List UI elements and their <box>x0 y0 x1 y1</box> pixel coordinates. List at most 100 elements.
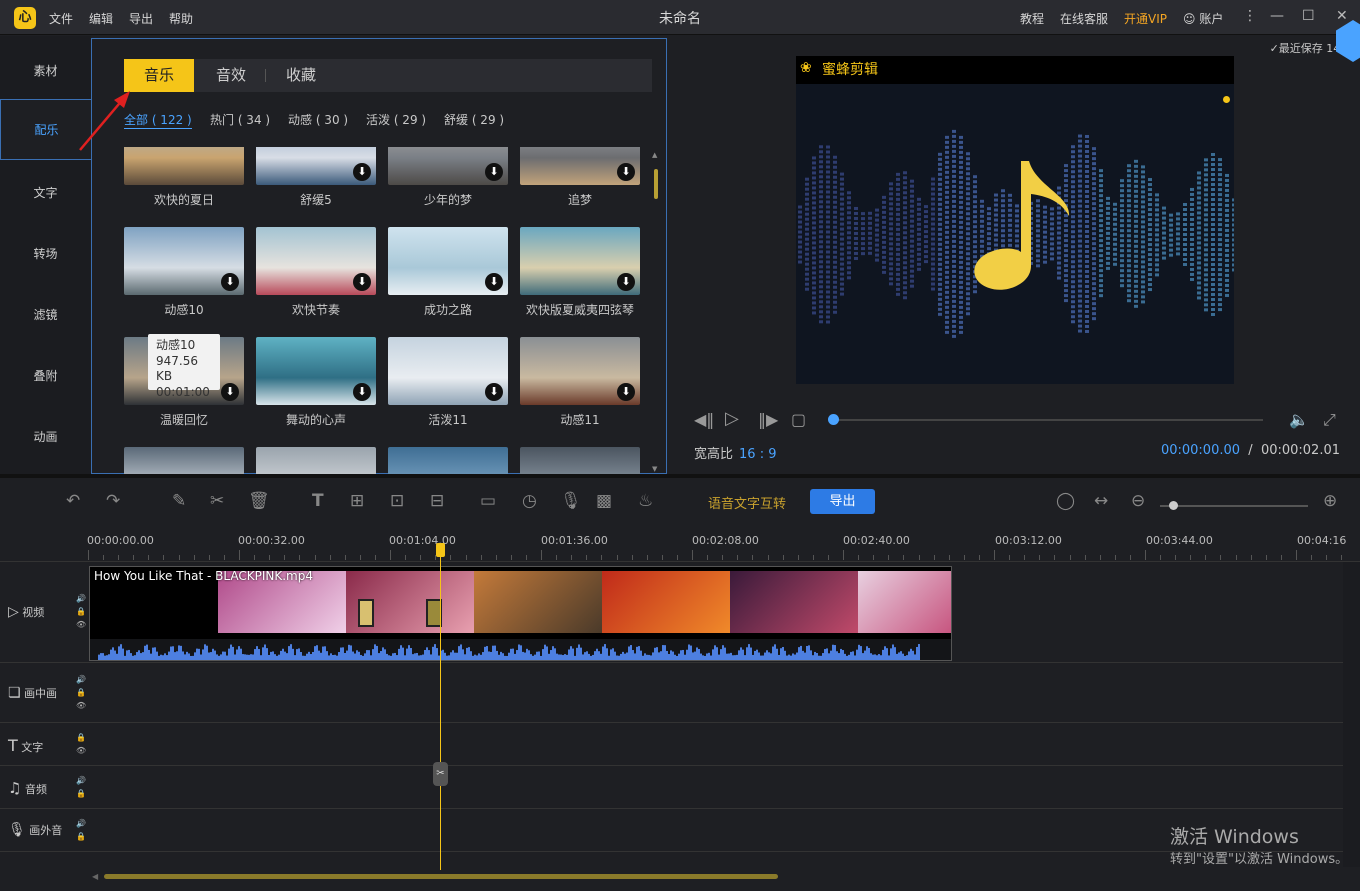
download-icon[interactable]: ⬇ <box>485 163 503 181</box>
music-thumbnail[interactable] <box>124 147 244 185</box>
category-hot[interactable]: 热门 ( 34 ) <box>210 111 270 128</box>
music-item[interactable]: ⬇ 少年的梦 <box>388 147 508 208</box>
playhead-handle[interactable] <box>436 543 445 557</box>
track-controls[interactable]: 🔊 🔒 👁 <box>76 673 86 712</box>
music-item[interactable]: ⬇ 舞动的心声 <box>256 337 376 428</box>
vip-link[interactable]: 开通VIP <box>1124 10 1167 27</box>
redo-icon[interactable]: ↷ <box>106 491 120 511</box>
music-thumbnail[interactable]: ⬇ <box>256 147 376 185</box>
tab-sound-effects[interactable]: 音效 <box>196 59 266 92</box>
music-item[interactable] <box>520 447 640 475</box>
account-button[interactable]: ☺ 账户 <box>1183 10 1223 27</box>
close-icon[interactable]: ✕ <box>1336 8 1348 24</box>
sidebar-item-text[interactable]: 文字 <box>0 163 91 224</box>
timeline-ruler[interactable]: 00:00:00.00 00:00:32.00 00:01:04.00 00:0… <box>0 526 1360 562</box>
sidebar-item-overlay[interactable]: 叠附 <box>0 346 91 407</box>
video-preview[interactable]: 蜜蜂剪辑 ❀ <box>796 56 1234 384</box>
menu-edit[interactable]: 编辑 <box>89 10 113 27</box>
category-soothing[interactable]: 舒缓 ( 29 ) <box>444 111 504 128</box>
music-thumbnail[interactable]: ⬇ <box>256 337 376 405</box>
split-screen-icon[interactable]: ⊟ <box>430 491 444 511</box>
seek-bar[interactable] <box>833 419 1263 421</box>
category-dynamic[interactable]: 动感 ( 30 ) <box>288 111 348 128</box>
menu-export[interactable]: 导出 <box>129 10 153 27</box>
download-icon[interactable]: ⬇ <box>353 273 371 291</box>
sidebar-item-transition[interactable]: 转场 <box>0 224 91 285</box>
maximize-icon[interactable]: ☐ <box>1302 8 1315 24</box>
record-screen-icon[interactable]: ▩ <box>596 491 612 511</box>
music-item[interactable]: ⬇ 舒缓5 <box>256 147 376 208</box>
more-icon[interactable]: ⋮ <box>1243 8 1257 24</box>
music-item[interactable] <box>388 447 508 475</box>
music-thumbnail[interactable]: ⬇ <box>520 227 640 295</box>
minimize-icon[interactable]: — <box>1270 8 1284 24</box>
aspect-ratio[interactable]: 宽高比 16 : 9 <box>694 443 776 462</box>
volume-icon[interactable]: 🔈 <box>1289 410 1309 429</box>
download-icon[interactable]: ⬇ <box>617 383 635 401</box>
download-icon[interactable]: ⬇ <box>353 163 371 181</box>
music-scroll-thumb[interactable] <box>654 169 658 199</box>
menu-help[interactable]: 帮助 <box>169 10 193 27</box>
scroll-up-icon[interactable]: ▲ <box>652 151 657 159</box>
timeline-vertical-scrollbar[interactable] <box>1343 562 1360 867</box>
play-icon[interactable]: ▷ <box>725 408 739 429</box>
music-item[interactable] <box>124 447 244 475</box>
zoom-slider[interactable] <box>1160 505 1308 507</box>
download-icon[interactable]: ⬇ <box>617 163 635 181</box>
music-thumbnail[interactable] <box>388 447 508 475</box>
split-handle-icon[interactable]: ✂ <box>433 762 448 786</box>
prev-frame-icon[interactable]: ◀‖ <box>694 410 714 429</box>
stop-icon[interactable]: ▢ <box>791 410 806 429</box>
download-icon[interactable]: ⬇ <box>353 383 371 401</box>
music-item[interactable]: ⬇ 追梦 <box>520 147 640 208</box>
music-thumbnail[interactable]: ⬇ <box>388 147 508 185</box>
zoom-in-icon[interactable]: ⊕ <box>1323 491 1337 511</box>
music-thumbnail[interactable]: ⬇ <box>520 337 640 405</box>
playhead-line[interactable] <box>440 545 441 870</box>
music-thumbnail[interactable]: ⬇ <box>388 227 508 295</box>
music-thumbnail[interactable]: ⬇ <box>388 337 508 405</box>
scroll-down-icon[interactable]: ▼ <box>652 465 657 473</box>
music-thumbnail[interactable] <box>124 447 244 475</box>
fullscreen-icon[interactable]: ⤢ <box>1323 410 1336 430</box>
music-item[interactable]: ⬇ 动感11 <box>520 337 640 428</box>
zoom-slider-handle[interactable] <box>1169 501 1178 510</box>
download-icon[interactable]: ⬇ <box>221 273 239 291</box>
music-thumbnail[interactable] <box>520 447 640 475</box>
music-thumbnail[interactable]: ⬇ <box>256 227 376 295</box>
music-thumbnail[interactable] <box>256 447 376 475</box>
track-controls[interactable]: 🔊 🔒 <box>76 774 86 800</box>
undo-icon[interactable]: ↶ <box>66 491 80 511</box>
microphone-icon[interactable]: 🎙 <box>560 491 582 511</box>
fit-width-icon[interactable]: ↔ <box>1094 491 1108 511</box>
download-icon[interactable]: ⬇ <box>617 273 635 291</box>
crop-icon[interactable]: ⊞ <box>350 491 364 511</box>
clip-marker[interactable] <box>358 599 374 627</box>
tutorial-link[interactable]: 教程 <box>1020 10 1044 27</box>
export-button[interactable]: 导出 <box>810 489 875 514</box>
category-lively[interactable]: 活泼 ( 29 ) <box>366 111 426 128</box>
music-item[interactable]: ⬇ 欢快节奏 <box>256 227 376 318</box>
music-thumbnail[interactable]: ⬇ <box>520 147 640 185</box>
music-item[interactable] <box>256 447 376 475</box>
download-icon[interactable]: ⬇ <box>485 273 503 291</box>
music-item[interactable]: ⬇ 活泼11 <box>388 337 508 428</box>
music-thumbnail[interactable]: ⬇ <box>124 227 244 295</box>
text-tool-icon[interactable]: T <box>312 491 324 511</box>
timeline-scrollbar[interactable] <box>104 874 778 879</box>
marker-icon[interactable]: ◯ <box>1056 491 1075 511</box>
music-item[interactable]: ⬇ 成功之路 <box>388 227 508 318</box>
music-item[interactable]: ⬇ 欢快版夏威夷四弦琴 <box>520 227 640 318</box>
video-clip[interactable]: How You Like That - BLACKPINK.mp4 <box>89 566 952 661</box>
track-controls[interactable]: 🔒 👁 <box>76 731 86 757</box>
music-item[interactable]: 欢快的夏日 <box>124 147 244 208</box>
support-link[interactable]: 在线客服 <box>1060 10 1108 27</box>
delete-icon[interactable]: 🗑 <box>248 491 270 511</box>
download-icon[interactable]: ⬇ <box>221 383 239 401</box>
sidebar-item-filter[interactable]: 滤镜 <box>0 285 91 346</box>
mosaic-icon[interactable]: ⊡ <box>390 491 404 511</box>
sidebar-item-animation[interactable]: 动画 <box>0 407 91 468</box>
menu-file[interactable]: 文件 <box>49 10 73 27</box>
tab-favorites[interactable]: 收藏 <box>266 59 336 92</box>
cut-icon[interactable]: ✂ <box>210 491 224 511</box>
